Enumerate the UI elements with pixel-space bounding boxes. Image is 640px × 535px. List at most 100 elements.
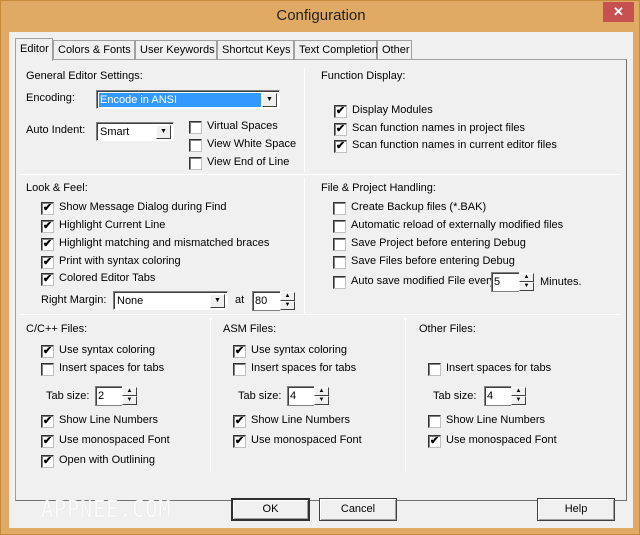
checkbox-box[interactable] xyxy=(333,276,346,289)
checkbox-label: Insert spaces for tabs xyxy=(251,362,357,374)
check-icon: ✔ xyxy=(335,123,346,135)
checkbox-box[interactable]: ✔ xyxy=(41,345,54,358)
chevron-down-icon[interactable]: ▼ xyxy=(210,294,225,308)
check-icon: ✔ xyxy=(42,455,53,467)
checkbox-box[interactable] xyxy=(333,256,346,269)
check-icon: ✔ xyxy=(234,435,245,447)
auto-indent-label: Auto Indent: xyxy=(26,124,86,136)
tab-editor[interactable]: Editor xyxy=(15,38,53,61)
checkbox-box[interactable]: ✔ xyxy=(233,345,246,358)
asm-files-heading: ASM Files: xyxy=(223,323,277,335)
spin-up-icon[interactable]: ▲ xyxy=(519,273,534,282)
spin-down-icon[interactable]: ▼ xyxy=(122,396,137,405)
checkbox-label: View End of Line xyxy=(207,156,290,168)
window-title: Configuration xyxy=(276,7,366,24)
tab-text-completion[interactable]: Text Completion xyxy=(294,40,378,59)
checkbox-box[interactable] xyxy=(41,363,54,376)
checkbox-box[interactable]: ✔ xyxy=(41,415,54,428)
check-icon: ✔ xyxy=(335,140,346,152)
checkbox-box[interactable]: ✔ xyxy=(41,238,54,251)
spin-down-icon[interactable]: ▼ xyxy=(519,282,534,291)
checkbox-label: Use monospaced Font xyxy=(59,434,170,446)
tab-label: Text Completion xyxy=(299,44,378,56)
cpp-tab-size-input[interactable]: 2 xyxy=(95,386,122,406)
divider xyxy=(405,318,406,472)
spin-down-icon[interactable]: ▼ xyxy=(280,301,295,310)
cancel-button[interactable]: Cancel xyxy=(319,498,397,521)
auto-save-minutes-input[interactable]: 5 xyxy=(491,272,519,292)
spin-up-icon[interactable]: ▲ xyxy=(314,387,329,396)
checkbox-label: Insert spaces for tabs xyxy=(59,362,165,374)
tab-other[interactable]: Other xyxy=(377,40,412,59)
checkbox-box[interactable]: ✔ xyxy=(41,435,54,448)
tab-label: Editor xyxy=(20,43,49,55)
checkbox-box[interactable] xyxy=(189,121,202,134)
chevron-down-icon[interactable]: ▼ xyxy=(156,125,171,139)
dialog-client: Editor Colors & Fonts User Keywords Shor… xyxy=(9,32,633,528)
checkbox-box[interactable]: ✔ xyxy=(41,202,54,215)
close-button[interactable]: ✕ xyxy=(603,2,634,22)
checkbox-box[interactable]: ✔ xyxy=(233,435,246,448)
tab-colors-fonts[interactable]: Colors & Fonts xyxy=(53,40,135,59)
spin-up-icon[interactable]: ▲ xyxy=(511,387,526,396)
tab-shortcut-keys[interactable]: Shortcut Keys xyxy=(217,40,294,59)
checkbox-box[interactable]: ✔ xyxy=(334,105,347,118)
check-icon: ✔ xyxy=(42,345,53,357)
encoding-select[interactable]: Encode in ANSI ▼ xyxy=(96,90,280,109)
right-margin-column-input[interactable]: 80 xyxy=(252,291,280,311)
ok-button[interactable]: OK xyxy=(231,498,310,521)
checkbox-label: Use monospaced Font xyxy=(446,434,557,446)
checkbox-box[interactable]: ✔ xyxy=(428,435,441,448)
checkbox-box[interactable]: ✔ xyxy=(41,220,54,233)
right-margin-column-spinner[interactable]: 80 ▲ ▼ xyxy=(252,291,296,311)
right-margin-label: Right Margin: xyxy=(41,294,107,306)
other-tab-size-input[interactable]: 4 xyxy=(484,386,511,406)
checkbox-box[interactable]: ✔ xyxy=(41,256,54,269)
auto-indent-select[interactable]: Smart ▼ xyxy=(96,122,174,141)
divider xyxy=(20,174,620,175)
cpp-tab-size-label: Tab size: xyxy=(46,390,90,402)
checkbox-label: Show Line Numbers xyxy=(59,414,159,426)
checkbox-box[interactable]: ✔ xyxy=(233,415,246,428)
checkbox-label: Auto save modified File every xyxy=(351,275,496,287)
checkbox-box[interactable] xyxy=(333,238,346,251)
checkbox-box[interactable] xyxy=(333,202,346,215)
checkbox-box[interactable] xyxy=(189,157,202,170)
checkbox-label: Use syntax coloring xyxy=(251,344,347,356)
checkbox-box[interactable]: ✔ xyxy=(334,123,347,136)
right-margin-value: None xyxy=(117,295,144,307)
checkbox-box[interactable]: ✔ xyxy=(41,273,54,286)
auto-save-minutes-spinner[interactable]: 5 ▲ ▼ xyxy=(491,272,535,292)
other-tab-size-spinner[interactable]: 4 ▲ ▼ xyxy=(484,386,527,406)
checkbox-label: Use monospaced Font xyxy=(251,434,362,446)
encoding-label: Encoding: xyxy=(26,92,75,104)
checkbox-box[interactable] xyxy=(189,139,202,152)
spin-down-icon[interactable]: ▼ xyxy=(314,396,329,405)
help-button[interactable]: Help xyxy=(537,498,615,521)
tab-user-keywords[interactable]: User Keywords xyxy=(135,40,217,59)
chevron-down-icon[interactable]: ▼ xyxy=(262,93,277,107)
check-icon: ✔ xyxy=(42,220,53,232)
checkbox-box[interactable] xyxy=(233,363,246,376)
cpp-tab-size-spinner[interactable]: 2 ▲ ▼ xyxy=(95,386,138,406)
checkbox-box[interactable]: ✔ xyxy=(41,455,54,468)
checkbox-box[interactable] xyxy=(333,220,346,233)
check-icon: ✔ xyxy=(42,273,53,285)
spin-down-icon[interactable]: ▼ xyxy=(511,396,526,405)
checkbox-label: Virtual Spaces xyxy=(207,120,278,132)
spin-up-icon[interactable]: ▲ xyxy=(280,292,295,301)
divider xyxy=(304,68,305,172)
checkbox-label: Scan function names in project files xyxy=(352,122,526,134)
title-bar[interactable]: Configuration ✕ xyxy=(1,1,640,32)
checkbox-label: Insert spaces for tabs xyxy=(446,362,552,374)
right-margin-select[interactable]: None ▼ xyxy=(113,291,228,310)
checkbox-box[interactable]: ✔ xyxy=(334,140,347,153)
file-project-heading: File & Project Handling: xyxy=(321,182,436,194)
spin-up-icon[interactable]: ▲ xyxy=(122,387,137,396)
checkbox-box[interactable] xyxy=(428,415,441,428)
check-icon: ✔ xyxy=(234,415,245,427)
asm-tab-size-spinner[interactable]: 4 ▲ ▼ xyxy=(287,386,330,406)
asm-tab-size-input[interactable]: 4 xyxy=(287,386,314,406)
check-icon: ✔ xyxy=(335,105,346,117)
checkbox-box[interactable] xyxy=(428,363,441,376)
